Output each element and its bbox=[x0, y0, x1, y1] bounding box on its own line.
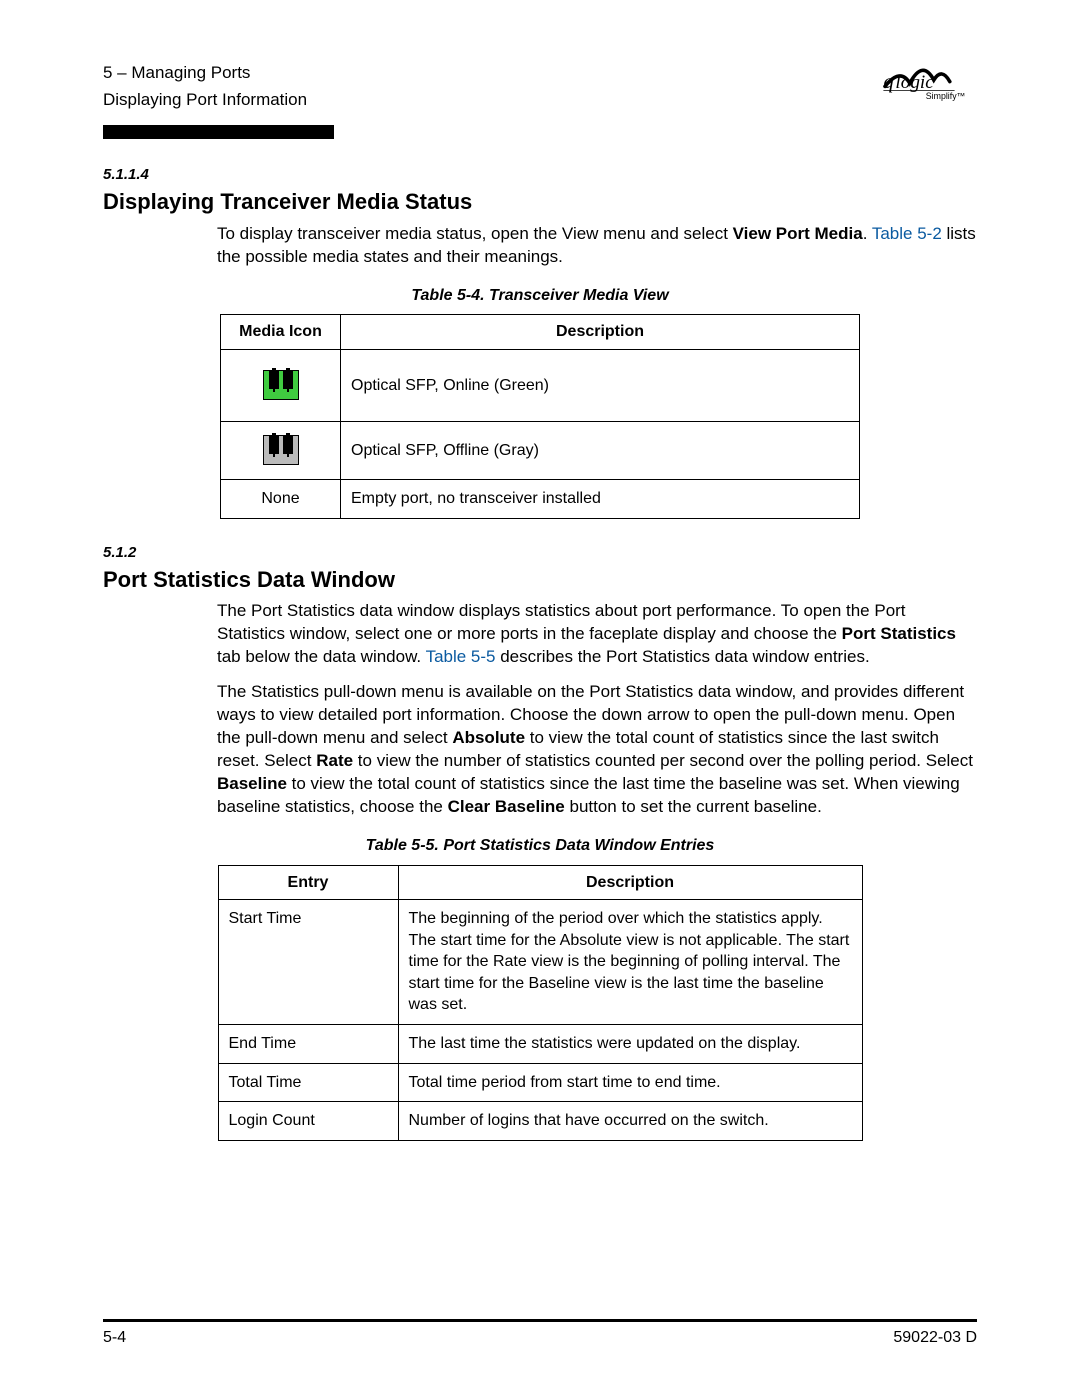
qlogic-brand-icon: q logic Simplify™ bbox=[881, 64, 977, 108]
logo: q logic Simplify™ bbox=[881, 62, 977, 115]
port-statistics-table: Entry Description Start Time The beginni… bbox=[218, 865, 863, 1141]
header-line2: Displaying Port Information bbox=[103, 89, 307, 112]
footer-page-number: 5-4 bbox=[103, 1327, 126, 1349]
svg-text:logic: logic bbox=[895, 72, 934, 93]
table-link-5-2[interactable]: Table 5-2 bbox=[872, 224, 942, 243]
table2-caption: Table 5-5. Port Statistics Data Window E… bbox=[103, 835, 977, 857]
section-title-2: Port Statistics Data Window bbox=[103, 565, 977, 595]
table1-row-online: Optical SFP, Online (Green) bbox=[221, 349, 860, 421]
footer-rule bbox=[103, 1319, 977, 1322]
page-header: 5 – Managing Ports Displaying Port Infor… bbox=[103, 62, 977, 115]
header-text: 5 – Managing Ports Displaying Port Infor… bbox=[103, 62, 307, 112]
page-footer: 5-4 59022-03 D bbox=[103, 1327, 977, 1349]
section2-body: The Port Statistics data window displays… bbox=[217, 600, 977, 818]
table2-head-desc: Description bbox=[398, 865, 862, 900]
section-number-1: 5.1.1.4 bbox=[103, 165, 977, 185]
svg-text:q: q bbox=[883, 70, 893, 93]
section2-paragraph-1: The Port Statistics data window displays… bbox=[217, 600, 977, 669]
section1-body: To display transceiver media status, ope… bbox=[217, 223, 977, 269]
table1-head-icon: Media Icon bbox=[221, 315, 341, 350]
sfp-online-green-icon bbox=[263, 370, 299, 400]
table1-caption: Table 5-4. Transceiver Media View bbox=[103, 285, 977, 307]
table1-row-offline: Optical SFP, Offline (Gray) bbox=[221, 421, 860, 479]
transceiver-media-table: Media Icon Description Optical SFP, Onli… bbox=[220, 314, 860, 518]
section2-paragraph-2: The Statistics pull-down menu is availab… bbox=[217, 681, 977, 819]
table-link-5-5[interactable]: Table 5-5 bbox=[426, 647, 496, 666]
table2-row: Total Time Total time period from start … bbox=[218, 1063, 862, 1102]
logo-tagline: Simplify™ bbox=[926, 91, 966, 101]
table2-head-entry: Entry bbox=[218, 865, 398, 900]
section-title-1: Displaying Tranceiver Media Status bbox=[103, 187, 977, 217]
header-line1: 5 – Managing Ports bbox=[103, 62, 307, 85]
table2-row: Login Count Number of logins that have o… bbox=[218, 1102, 862, 1141]
table1-head-desc: Description bbox=[341, 315, 860, 350]
table2-row: Start Time The beginning of the period o… bbox=[218, 900, 862, 1025]
table2-row: End Time The last time the statistics we… bbox=[218, 1025, 862, 1064]
header-rule-bar bbox=[103, 125, 334, 139]
footer-doc-id: 59022-03 D bbox=[893, 1327, 977, 1349]
section1-paragraph: To display transceiver media status, ope… bbox=[217, 223, 977, 269]
sfp-offline-gray-icon bbox=[263, 435, 299, 465]
section-number-2: 5.1.2 bbox=[103, 543, 977, 563]
table1-row-none: None Empty port, no transceiver installe… bbox=[221, 479, 860, 518]
